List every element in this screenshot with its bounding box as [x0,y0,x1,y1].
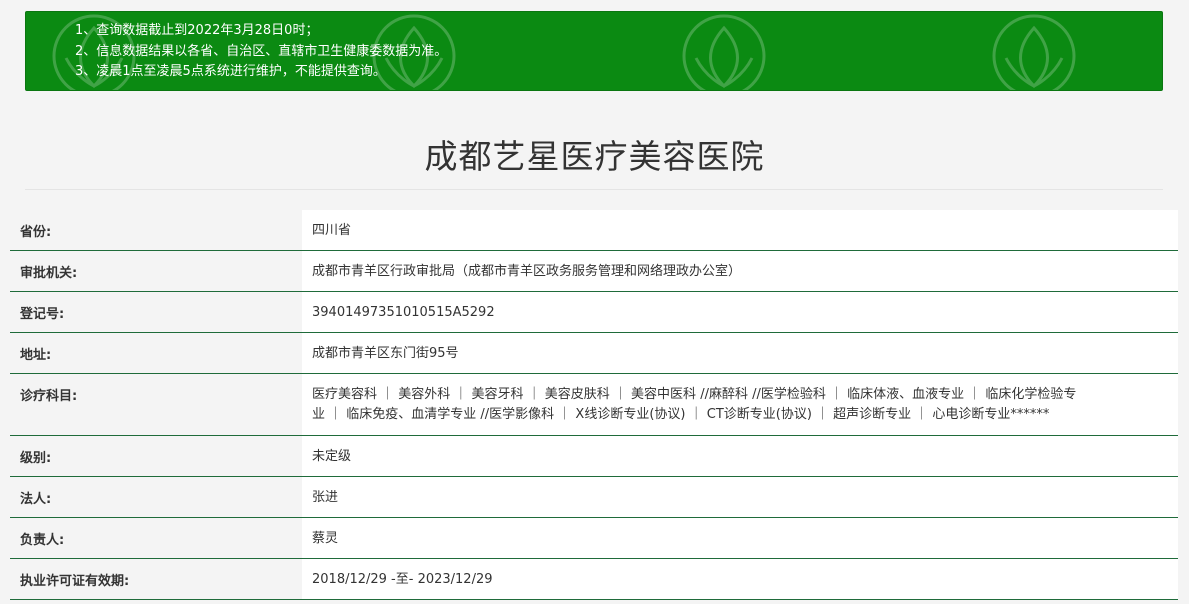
table-row: 诊疗科目: 医疗美容科 ｜ 美容外科 ｜ 美容牙科 ｜ 美容皮肤科 ｜ 美容中医… [10,374,1178,436]
row-label: 登记号: [10,292,302,332]
table-row: 地址: 成都市青羊区东门街95号 [10,333,1178,374]
row-label: 审批机关: [10,251,302,291]
row-value: 蔡灵 [302,518,1178,558]
notice-text: 查询数据截止到2022年3月28日0时； [96,23,319,38]
table-row: 负责人: 蔡灵 [10,518,1178,559]
page-title: 成都艺星医疗美容医院 [424,137,765,176]
row-value: 张进 [302,477,1178,517]
notice-item: 查询数据截止到2022年3月28日0时； [75,21,1162,42]
row-value-line: 医疗美容科 ｜ 美容外科 ｜ 美容牙科 ｜ 美容皮肤科 ｜ 美容中医科 //麻醉… [312,387,1077,402]
table-row: 级别: 未定级 [10,436,1178,477]
row-label: 执业许可证有效期: [10,559,302,599]
row-value: 成都市青羊区东门街95号 [302,333,1178,373]
info-table: 省份: 四川省 审批机关: 成都市青羊区行政审批局（成都市青羊区政务服务管理和网… [10,210,1178,600]
row-label: 诊疗科目: [10,374,302,435]
notice-item: 凌晨1点至凌晨5点系统进行维护，不能提供查询。 [75,62,1162,83]
notice-list: 查询数据截止到2022年3月28日0时； 信息数据结果以各省、自治区、直辖市卫生… [26,12,1162,83]
table-row: 省份: 四川省 [10,210,1178,251]
table-row: 审批机关: 成都市青羊区行政审批局（成都市青羊区政务服务管理和网络理政办公室） [10,251,1178,292]
row-value: 39401497351010515A5292 [302,292,1178,332]
row-label: 省份: [10,210,302,250]
notice-text: 凌晨1点至凌晨5点系统进行维护，不能提供查询。 [96,64,386,79]
notice-banner: 查询数据截止到2022年3月28日0时； 信息数据结果以各省、自治区、直辖市卫生… [25,11,1163,91]
row-value-line: 业 ｜ 临床免疫、血清学专业 //医学影像科 ｜ X线诊断专业(协议) ｜ CT… [312,407,1050,422]
row-label: 地址: [10,333,302,373]
table-row: 登记号: 39401497351010515A5292 [10,292,1178,333]
row-label: 级别: [10,436,302,476]
row-value: 成都市青羊区行政审批局（成都市青羊区政务服务管理和网络理政办公室） [302,251,1178,291]
title-divider [25,189,1163,190]
row-value: 四川省 [302,210,1178,250]
row-label: 负责人: [10,518,302,558]
notice-text: 信息数据结果以各省、自治区、直辖市卫生健康委数据为准。 [96,43,448,59]
row-value: 2018/12/29 -至- 2023/12/29 [302,559,1178,599]
row-value: 医疗美容科 ｜ 美容外科 ｜ 美容牙科 ｜ 美容皮肤科 ｜ 美容中医科 //麻醉… [302,374,1178,435]
row-value: 未定级 [302,436,1178,476]
table-row: 执业许可证有效期: 2018/12/29 -至- 2023/12/29 [10,559,1178,600]
table-row: 法人: 张进 [10,477,1178,518]
notice-item: 信息数据结果以各省、自治区、直辖市卫生健康委数据为准。 [75,42,1162,63]
row-label: 法人: [10,477,302,517]
